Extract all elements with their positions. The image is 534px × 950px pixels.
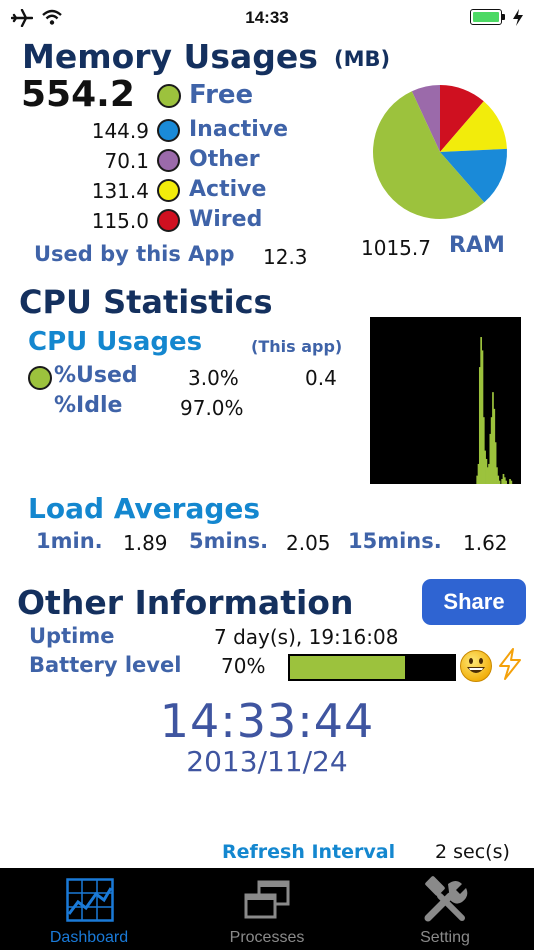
ram-value: 1015.7	[361, 236, 431, 260]
tab-processes-label: Processes	[229, 929, 305, 946]
tab-setting-label: Setting	[420, 929, 470, 946]
active-label: Active	[189, 177, 267, 202]
load-1min-value: 1.89	[123, 531, 168, 555]
load-title: Load Averages	[28, 492, 261, 525]
cpu-history-bar	[510, 480, 513, 484]
tab-bar: Dashboard Processes Setting	[0, 868, 534, 950]
free-label: Free	[189, 80, 254, 110]
load-1min-label: 1min.	[36, 529, 103, 553]
processes-windows-icon	[244, 880, 290, 919]
inactive-label: Inactive	[189, 117, 289, 142]
cpu-history-bar	[498, 480, 501, 484]
free-legend-dot	[157, 84, 181, 108]
cpu-history-bar	[505, 480, 507, 484]
used-by-app-label: Used by this App	[34, 242, 235, 266]
setting-tools-icon	[424, 876, 468, 922]
other-value: 70.1	[104, 149, 149, 173]
tab-dashboard-label: Dashboard	[49, 929, 129, 946]
tab-setting[interactable]: Setting	[356, 868, 534, 950]
share-button-label: Share	[443, 589, 505, 614]
uptime-value: 7 day(s), 19:16:08	[214, 625, 399, 649]
battery-level-value: 70%	[221, 654, 266, 678]
memory-unit: (MB)	[334, 47, 391, 71]
dashboard-chart-icon	[66, 878, 114, 922]
load-15mins-label: 15mins.	[348, 529, 442, 553]
cpu-used-value: 3.0%	[188, 366, 239, 390]
share-button[interactable]: Share	[422, 579, 526, 625]
other-legend-dot	[157, 149, 180, 172]
other-info-title: Other Information	[17, 583, 354, 622]
battery-level-bar	[288, 654, 456, 681]
used-by-app-value: 12.3	[263, 245, 308, 269]
status-time: 14:33	[245, 8, 289, 27]
battery-level-label: Battery level	[29, 653, 182, 677]
clock: 14:33:44	[159, 694, 375, 748]
wired-value: 115.0	[91, 209, 149, 233]
refresh-interval-label: Refresh Interval	[222, 841, 396, 863]
uptime-label: Uptime	[29, 624, 115, 648]
load-5mins-value: 2.05	[286, 531, 331, 555]
cpu-used-label: %Used	[54, 363, 138, 388]
wired-label: Wired	[189, 207, 263, 232]
inactive-legend-dot	[157, 119, 180, 142]
memory-title: Memory Usages	[22, 37, 318, 76]
cpu-title: CPU Statistics	[19, 283, 273, 321]
active-legend-dot	[157, 179, 180, 202]
cpu-history-graph	[370, 317, 521, 484]
cpu-used-app-value: 0.4	[305, 366, 337, 390]
battery-level-fill	[290, 656, 405, 679]
status-bar: 14:33	[0, 0, 534, 34]
ram-label: RAM	[449, 233, 505, 258]
other-label: Other	[189, 147, 260, 172]
free-value: 554.2	[21, 74, 135, 115]
charging-bolt-orange-icon	[499, 648, 521, 680]
cpu-idle-value: 97.0%	[180, 396, 244, 420]
load-15mins-value: 1.62	[463, 531, 508, 555]
tab-processes[interactable]: Processes	[178, 868, 356, 950]
wired-legend-dot	[157, 209, 180, 232]
cpu-usages-label: CPU Usages	[28, 327, 203, 357]
refresh-interval-value[interactable]: 2 sec(s)	[435, 841, 510, 863]
date: 2013/11/24	[186, 745, 348, 778]
tab-dashboard[interactable]: Dashboard	[0, 868, 178, 950]
charging-bolt-icon	[513, 9, 523, 26]
this-app-label: (This app)	[251, 337, 343, 356]
cpu-used-legend-dot	[28, 366, 52, 390]
cpu-idle-label: %Idle	[54, 393, 123, 418]
memory-pie-chart	[373, 85, 507, 220]
load-5mins-label: 5mins.	[189, 529, 269, 553]
smiley-icon	[460, 650, 492, 682]
inactive-value: 144.9	[91, 119, 149, 143]
active-value: 131.4	[91, 179, 149, 203]
battery-icon	[470, 9, 506, 25]
